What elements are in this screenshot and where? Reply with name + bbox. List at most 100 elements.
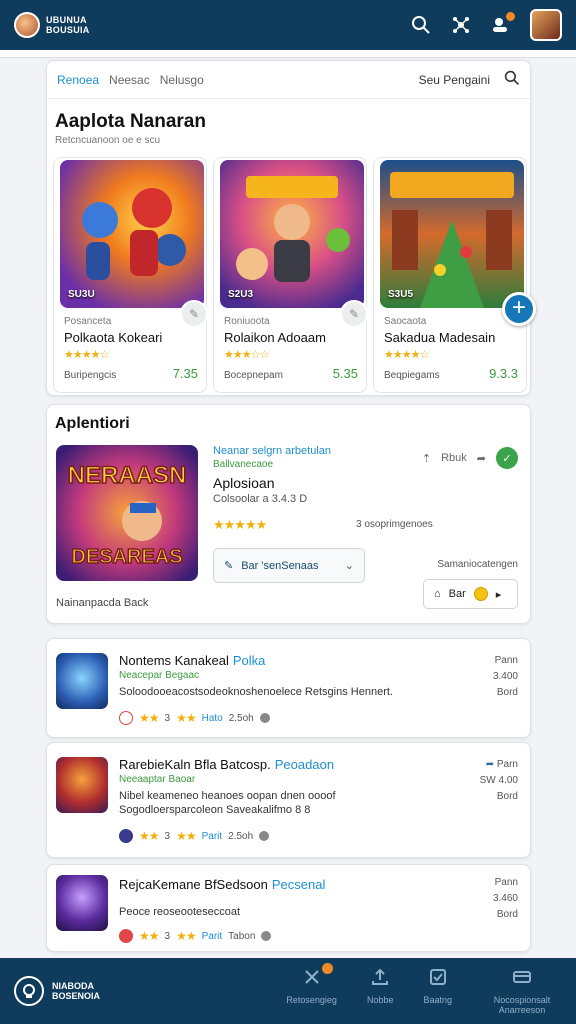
category-tag[interactable]: Hato <box>202 713 223 724</box>
clock-icon <box>259 831 270 841</box>
duration-text: Tabon <box>228 930 256 942</box>
game-tile[interactable]: SU3U ✎ Posanceta Polkaota Kokeari ★★★★☆ … <box>53 157 208 393</box>
game-price: 9.3.3 <box>489 366 518 381</box>
game-price: 7.35 <box>172 366 198 381</box>
section-title: Aaplota Nanaran <box>55 111 206 132</box>
action-text[interactable]: Rbuk <box>441 452 467 464</box>
nav-item-tools[interactable]: Retosengieg <box>286 963 337 1015</box>
game-meta: Bocepnepam <box>224 370 283 381</box>
game-artwork: SU3U <box>60 160 204 308</box>
share-icon[interactable]: ➦ <box>477 452 486 465</box>
tools-icon <box>304 970 319 984</box>
featured-footer[interactable]: Nainanpacda Back <box>56 597 148 609</box>
logo-text: UBUNUA BOUSUIA <box>46 15 90 35</box>
star-icon: ★★ <box>176 829 196 843</box>
section-subtitle: Retcncuanoon oe e scu <box>55 135 161 146</box>
upvote-icon[interactable]: ⇡ <box>422 452 431 465</box>
list-item[interactable]: RejcaKemane BfSedsoon Pecsenal Peoce reos… <box>46 864 531 952</box>
featured-action-button[interactable]: ⌂ Bar ▸ <box>423 579 518 609</box>
brush-icon: ⌂ <box>434 588 441 600</box>
score-text: 3 <box>164 930 171 942</box>
upload-icon <box>372 968 389 985</box>
checkbox-icon <box>429 969 446 985</box>
list-description: Peoce reoseooteseccoat <box>119 906 241 918</box>
pen-icon: ✎ <box>224 560 234 572</box>
chevron-down-icon: ⌄ <box>344 560 354 572</box>
nav-item-upload[interactable]: Nobbe <box>367 967 393 1015</box>
menu-dot-icon: ▸ <box>495 588 502 601</box>
featured-label-secondary: Ballvanecaoe <box>213 459 274 470</box>
search-icon[interactable] <box>410 14 432 36</box>
duration-text: 2.5oh <box>228 830 254 842</box>
star-icon: ★★ <box>176 711 196 725</box>
verified-icon[interactable]: ✓ <box>496 447 518 469</box>
rating-badge-icon <box>119 829 133 843</box>
game-category: Posanceta <box>64 316 112 327</box>
featured-rating-count: 3 osoprimgenoes <box>356 519 433 530</box>
score-text: 3 <box>164 830 171 842</box>
chat-icon[interactable] <box>490 11 516 36</box>
star-icon: ★★ <box>139 829 159 843</box>
star-icon: ★★ <box>176 929 196 943</box>
nav-item-checklist[interactable]: Baatng <box>423 967 452 1015</box>
wrench-icon[interactable]: ✎ <box>340 300 368 328</box>
bottom-logo-text: NIABODA BOSENOIA <box>52 981 101 1001</box>
game-name: Polkaota Kokeari <box>64 330 163 345</box>
top-app-bar: UBUNUA BOUSUIA <box>0 0 576 50</box>
list-title: RarebieKaln Bfla Batcosp. Peoadaon <box>119 757 335 772</box>
clock-icon <box>259 713 270 723</box>
art-title-text: NERAASN <box>68 462 187 489</box>
featured-card: Aplentiori NERAASN DESAREAS Neanar selgr… <box>46 404 531 624</box>
nav-item-card[interactable]: Nocospionsalt Anarreeson <box>482 967 562 1015</box>
game-art-label: SU3U <box>68 289 95 300</box>
user-avatar[interactable] <box>530 9 562 41</box>
game-meta: Buripengcis <box>64 370 117 381</box>
star-rating: ★★★☆☆ <box>224 349 269 361</box>
category-tag[interactable]: Parit <box>202 831 223 842</box>
score-text: 3 <box>164 712 171 724</box>
game-artwork: S3U5 <box>380 160 524 308</box>
game-category: Saocaota <box>384 316 427 327</box>
game-tile[interactable]: S2U3 ✎ Roniuoota Rolaikon Adoaam ★★★☆☆ B… <box>213 157 368 393</box>
game-meta: Beqpiegams <box>384 370 440 381</box>
list-item[interactable]: Nontems Kanakeal Polka Neacepar Begaac So… <box>46 638 531 738</box>
card-icon <box>513 971 531 983</box>
wrench-icon[interactable]: ✎ <box>180 300 208 328</box>
featured-title: Aplentiori <box>55 415 130 432</box>
clock-icon <box>261 931 272 941</box>
notification-badge <box>321 963 333 974</box>
list-subtitle: Neacepar Begaac <box>119 670 200 681</box>
dropdown-label: Bar 'senSenaas <box>241 559 319 572</box>
list-description: Nibel keameneo heanoes oopan dnen oooof … <box>119 790 336 816</box>
tab-nelusgo[interactable]: Nelusgo <box>160 73 204 87</box>
tab-renoea[interactable]: Renoea <box>57 73 99 87</box>
network-icon[interactable] <box>450 14 472 36</box>
list-thumbnail <box>56 653 108 709</box>
tab-bar: Renoea Neesac Nelusgo Seu Pengaini <box>47 61 530 99</box>
featured-dropdown[interactable]: ✎ Bar 'senSenaas ⌄ <box>213 548 365 583</box>
game-art-label: S2U3 <box>228 289 254 300</box>
list-subtitle: Neeaaptar Baoar <box>119 774 196 785</box>
share-icon: ➦ <box>485 759 495 770</box>
game-name: Rolaikon Adoaam <box>224 330 326 345</box>
recommended-card: Renoea Neesac Nelusgo Seu Pengaini Aaplo… <box>46 60 531 396</box>
add-button[interactable]: + <box>502 292 536 326</box>
search-icon[interactable] <box>504 70 520 89</box>
game-tile[interactable]: S3U5 Saocaota Sakadua Madesain ★★★★☆ Beq… <box>373 157 527 393</box>
game-price: 5.35 <box>332 366 358 381</box>
list-right-meta: Pann 3.400 Bord <box>492 655 518 698</box>
header-divider <box>0 50 576 58</box>
app-logo[interactable]: UBUNUA BOUSUIA <box>14 12 90 38</box>
list-item[interactable]: RarebieKaln Bfla Batcosp. Peoadaon Neeaap… <box>46 742 531 858</box>
tab-neesac[interactable]: Neesac <box>109 73 150 87</box>
button-label: Bar <box>448 588 466 600</box>
bottom-logo[interactable]: NIABODA BOSENOIA <box>14 976 100 1006</box>
featured-right-text: Samaniocatengen <box>437 559 518 570</box>
search-label[interactable]: Seu Pengaini <box>419 73 490 87</box>
list-title: RejcaKemane BfSedsoon Pecsenal <box>119 877 326 892</box>
featured-artwork[interactable]: NERAASN DESAREAS <box>56 445 198 581</box>
coin-icon <box>473 587 488 601</box>
star-rating: ★★★★☆ <box>64 349 109 361</box>
star-icon: ★★ <box>139 711 159 725</box>
category-tag[interactable]: Parit <box>202 931 223 942</box>
